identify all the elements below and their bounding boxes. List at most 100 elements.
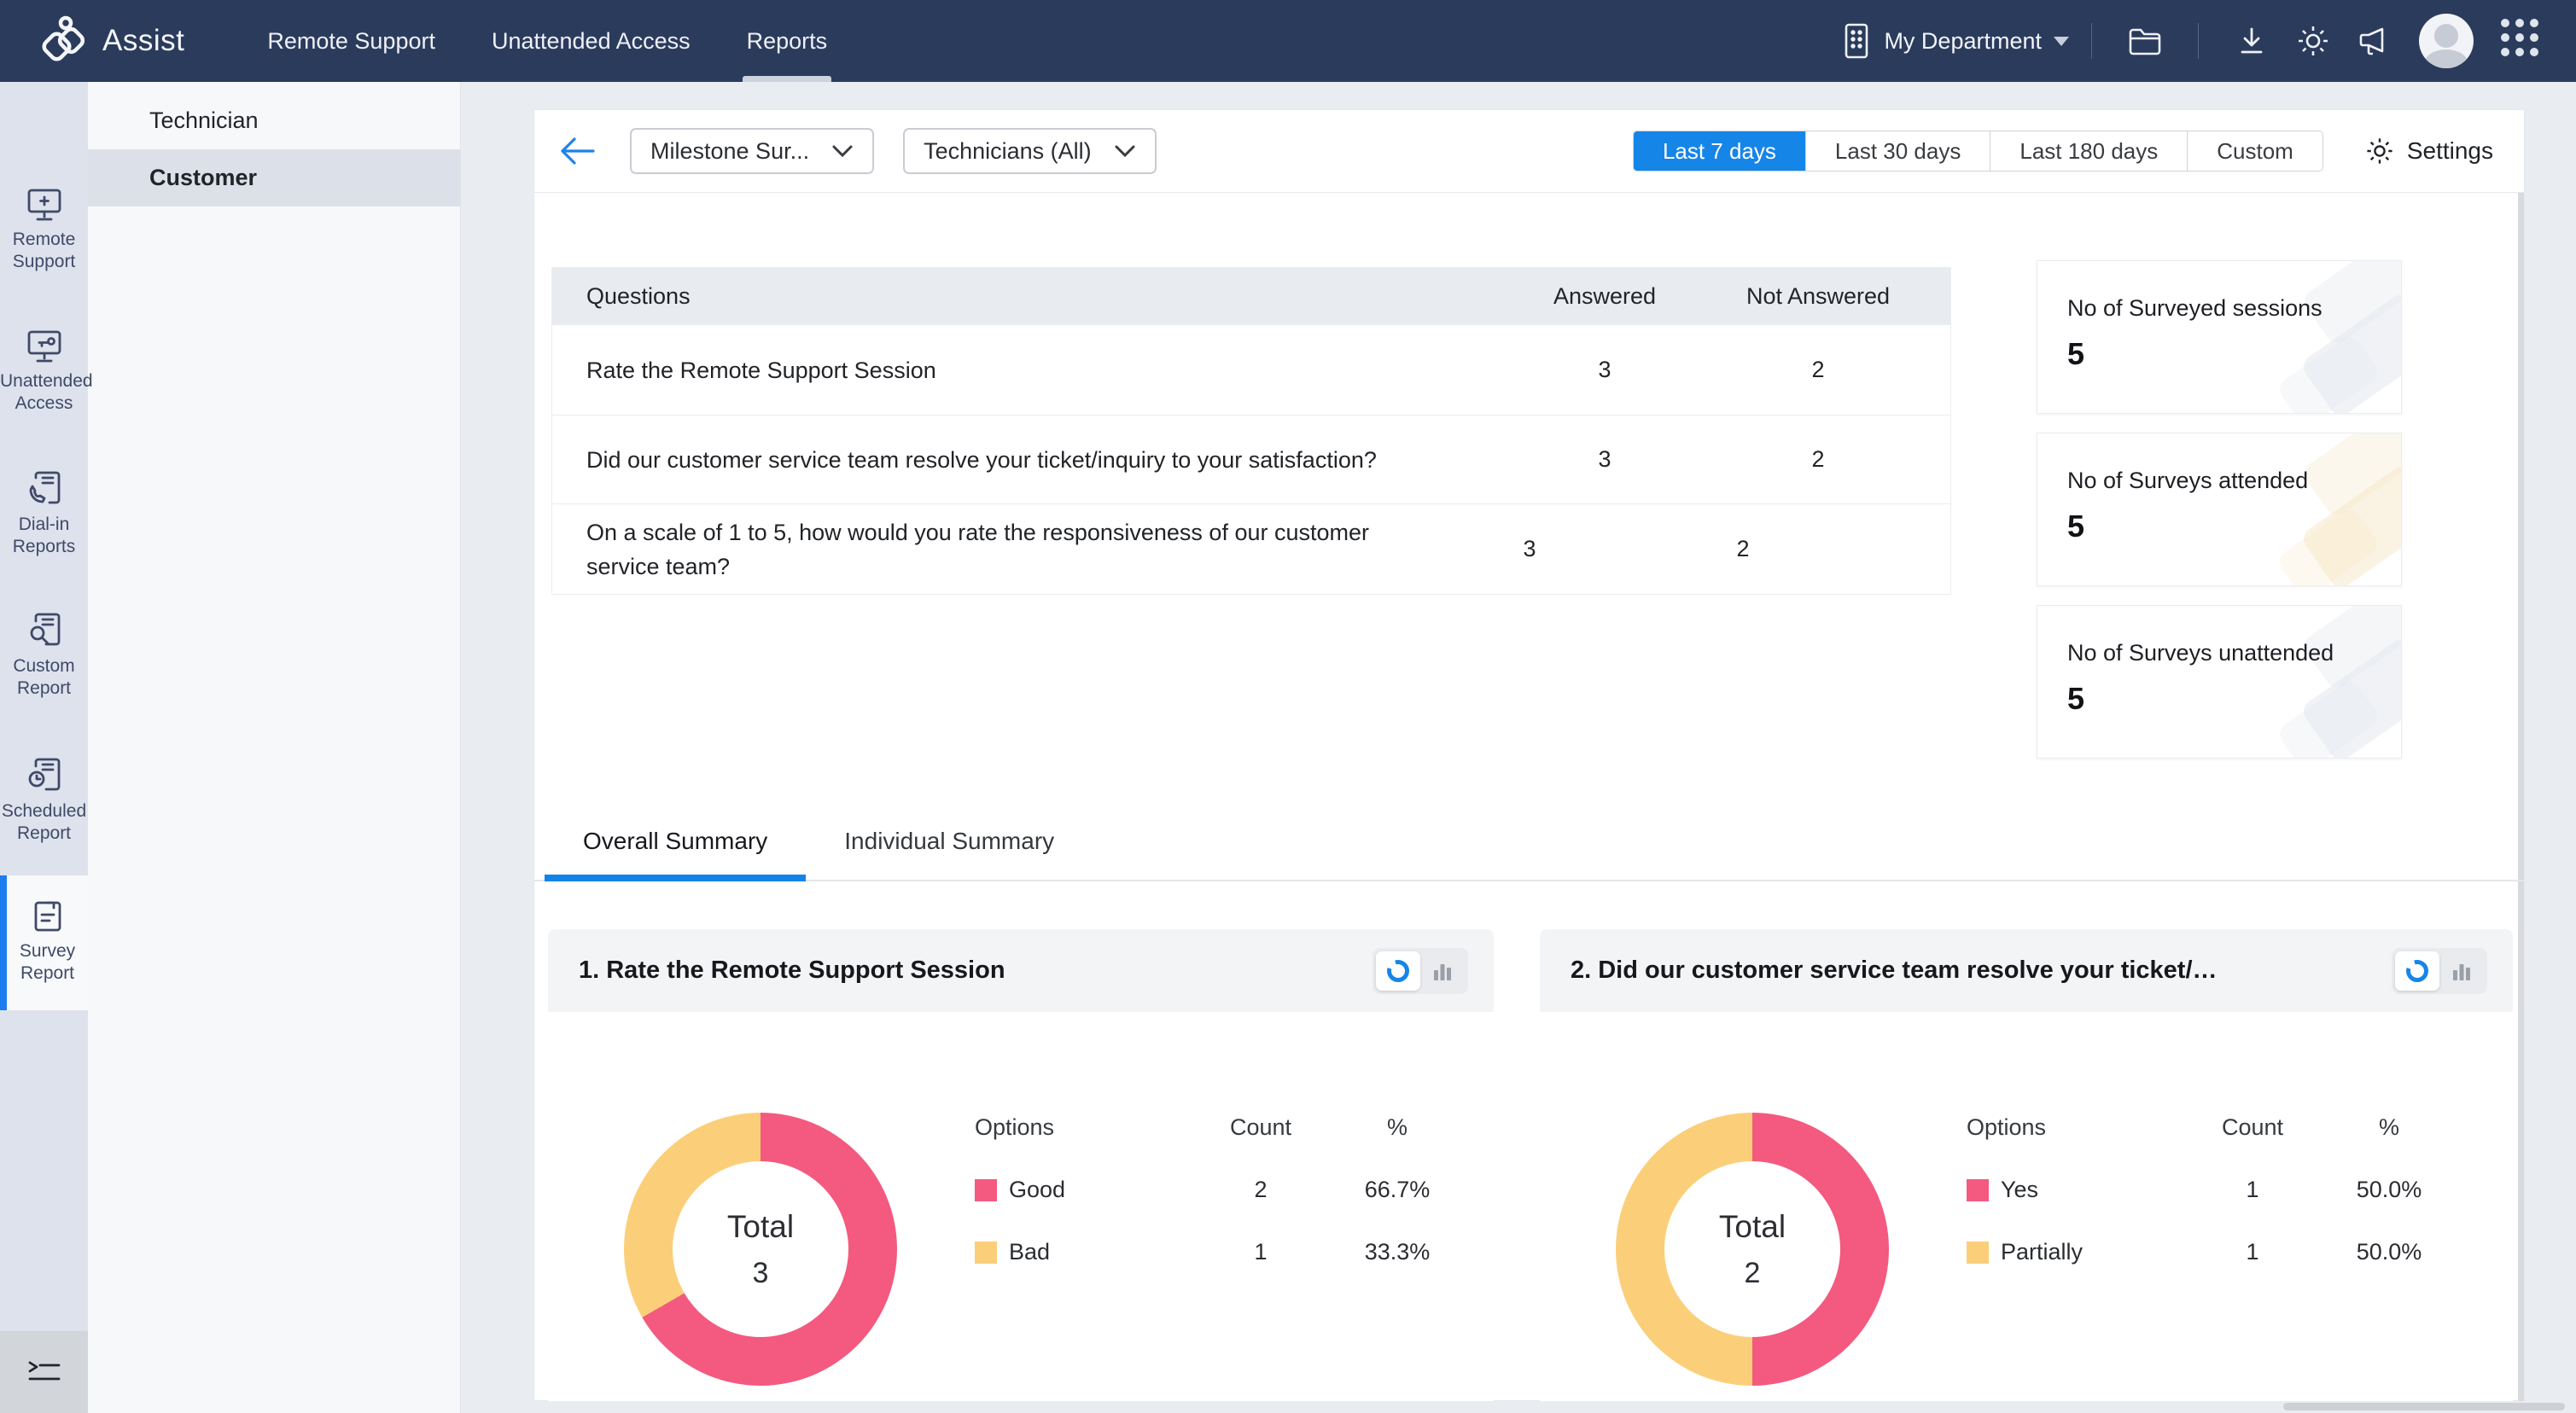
report-type-customer[interactable]: Customer bbox=[88, 149, 460, 206]
organization-icon bbox=[1841, 22, 1872, 60]
sidebar-item-custom-report[interactable]: CustomReport bbox=[0, 611, 88, 700]
donut-chart[interactable]: Total 2 bbox=[1616, 1113, 1889, 1386]
survey-select-dropdown[interactable]: Milestone Sur... bbox=[630, 128, 874, 174]
range-custom[interactable]: Custom bbox=[2187, 131, 2322, 171]
survey-report-icon bbox=[7, 898, 88, 935]
chart-body: Total 3 Options Count % Good bbox=[548, 1012, 1494, 1402]
folder-icon[interactable] bbox=[2123, 19, 2167, 63]
nav-tab-remote-support[interactable]: Remote Support bbox=[239, 0, 463, 82]
summary-tabs: Overall Summary Individual Summary bbox=[534, 802, 2524, 881]
report-content: Questions Answered Not Answered Rate the… bbox=[534, 193, 2524, 1401]
charts-row: 1. Rate the Remote Support Session bbox=[548, 929, 2513, 1402]
sidebar-item-remote-support[interactable]: RemoteSupport bbox=[0, 186, 88, 273]
app-grid-icon[interactable] bbox=[2497, 19, 2542, 63]
report-toolbar: Milestone Sur... Technicians (All) Last … bbox=[534, 110, 2524, 193]
chart-card-question-1: 1. Rate the Remote Support Session bbox=[548, 929, 1494, 1402]
avatar-shoulders bbox=[2424, 49, 2468, 68]
stat-cards: No of Surveyed sessions 5 No of Surveys … bbox=[2037, 260, 2402, 759]
legend-item[interactable]: Partially bbox=[1967, 1239, 2188, 1265]
department-label: My Department bbox=[1884, 28, 2042, 55]
nav-tab-reports[interactable]: Reports bbox=[719, 0, 856, 82]
col-not-answered: Not Answered bbox=[1686, 283, 1950, 310]
report-type-technician[interactable]: Technician bbox=[88, 92, 460, 149]
sidebar-item-survey-report[interactable]: SurveyReport bbox=[0, 875, 88, 1010]
questions-table-header: Questions Answered Not Answered bbox=[552, 268, 1950, 324]
range-last-7-days[interactable]: Last 7 days bbox=[1634, 131, 1805, 171]
console-strip[interactable] bbox=[0, 1331, 88, 1413]
range-last-180-days[interactable]: Last 180 days bbox=[1990, 131, 2187, 171]
col-questions: Questions bbox=[552, 279, 1524, 313]
legend-item[interactable]: Yes bbox=[1967, 1177, 2188, 1203]
nav-tab-unattended-access[interactable]: Unattended Access bbox=[463, 0, 719, 82]
questions-table: Questions Answered Not Answered Rate the… bbox=[551, 267, 1951, 595]
technician-select-dropdown[interactable]: Technicians (All) bbox=[903, 128, 1157, 174]
divider bbox=[2198, 23, 2199, 59]
divider bbox=[2091, 23, 2092, 59]
active-tab-underline bbox=[545, 875, 806, 881]
user-avatar[interactable] bbox=[2419, 14, 2474, 68]
date-range-segmented-control: Last 7 days Last 30 days Last 180 days C… bbox=[1633, 131, 2323, 172]
chart-type-toggle bbox=[2392, 948, 2487, 994]
vertical-scrollbar[interactable] bbox=[2518, 193, 2524, 1401]
announcement-icon[interactable] bbox=[2352, 19, 2397, 63]
chart-title: 1. Rate the Remote Support Session bbox=[579, 957, 1005, 985]
primary-nav: Remote Support Unattended Access Reports bbox=[239, 0, 855, 82]
bar-chart-toggle-button[interactable] bbox=[2439, 951, 2484, 991]
gear-icon[interactable] bbox=[2291, 19, 2335, 63]
sidebar-item-dialin-reports[interactable]: Dial-inReports bbox=[0, 469, 88, 558]
active-tab-underline bbox=[743, 76, 832, 82]
sidebar-item-scheduled-report[interactable]: ScheduledReport bbox=[0, 756, 88, 845]
settings-label: Settings bbox=[2407, 137, 2493, 165]
report-type-sidebar: Technician Customer bbox=[88, 82, 461, 1413]
legend-swatch bbox=[1967, 1241, 1989, 1264]
tab-individual-summary[interactable]: Individual Summary bbox=[806, 802, 1093, 880]
legend-item[interactable]: Bad bbox=[975, 1239, 1197, 1265]
left-icon-sidebar: RemoteSupport UnattendedAccess Dial-inRe… bbox=[0, 82, 88, 1413]
donut-center: Total 2 bbox=[1664, 1161, 1840, 1337]
chart-legend: Options Count % Good 2 66.7% Bad 1 33.3% bbox=[975, 1114, 1470, 1265]
settings-button[interactable]: Settings bbox=[2364, 136, 2493, 166]
download-icon[interactable] bbox=[2229, 19, 2274, 63]
navbar-right: My Department bbox=[1841, 14, 2576, 68]
table-row[interactable]: Rate the Remote Support Session 3 2 bbox=[552, 324, 1950, 415]
stat-card-surveys-attended: No of Surveys attended 5 bbox=[2037, 433, 2402, 586]
clock-report-icon bbox=[0, 756, 88, 795]
monitor-key-icon bbox=[0, 328, 88, 365]
legend-swatch bbox=[975, 1179, 997, 1201]
top-navbar: Assist Remote Support Unattended Access … bbox=[0, 0, 2576, 82]
chart-body: Total 2 Options Count % Yes bbox=[1540, 1012, 2513, 1402]
card-decoration bbox=[2230, 260, 2402, 414]
horizontal-scrollbar-thumb[interactable] bbox=[2283, 1403, 2565, 1410]
chart-header: 1. Rate the Remote Support Session bbox=[548, 929, 1494, 1012]
card-decoration bbox=[2230, 433, 2402, 586]
chart-title: 2. Did our customer service team resolve… bbox=[1571, 957, 2219, 985]
search-report-icon bbox=[0, 611, 88, 650]
department-selector[interactable]: My Department bbox=[1841, 22, 2069, 60]
brand-name: Assist bbox=[102, 24, 184, 58]
bar-chart-toggle-button[interactable] bbox=[1420, 951, 1465, 991]
donut-chart-toggle-button[interactable] bbox=[1376, 951, 1420, 991]
brand[interactable]: Assist bbox=[38, 14, 184, 68]
legend-swatch bbox=[1967, 1179, 1989, 1201]
stat-card-surveys-unattended: No of Surveys unattended 5 bbox=[2037, 605, 2402, 759]
stat-card-surveyed-sessions: No of Surveyed sessions 5 bbox=[2037, 260, 2402, 414]
chart-card-question-2: 2. Did our customer service team resolve… bbox=[1540, 929, 2513, 1402]
sidebar-item-unattended-access[interactable]: UnattendedAccess bbox=[0, 328, 88, 415]
table-row[interactable]: Did our customer service team resolve yo… bbox=[552, 415, 1950, 503]
donut-center: Total 3 bbox=[673, 1161, 848, 1337]
horizontal-scrollbar-track[interactable] bbox=[461, 1401, 2576, 1413]
main-area: Milestone Sur... Technicians (All) Last … bbox=[461, 82, 2576, 1413]
legend-swatch bbox=[975, 1241, 997, 1264]
table-row[interactable]: On a scale of 1 to 5, how would you rate… bbox=[552, 503, 1950, 594]
chart-type-toggle bbox=[1373, 948, 1468, 994]
back-button[interactable] bbox=[553, 127, 601, 175]
donut-chart-toggle-button[interactable] bbox=[2395, 951, 2439, 991]
chart-legend: Options Count % Yes 1 50.0% Partially 1 … bbox=[1967, 1114, 2462, 1265]
tab-overall-summary[interactable]: Overall Summary bbox=[545, 802, 806, 880]
donut-chart[interactable]: Total 3 bbox=[624, 1113, 897, 1386]
console-icon bbox=[25, 1358, 64, 1387]
survey-report-panel: Milestone Sur... Technicians (All) Last … bbox=[533, 109, 2525, 1401]
legend-item[interactable]: Good bbox=[975, 1177, 1197, 1203]
range-last-30-days[interactable]: Last 30 days bbox=[1805, 131, 1990, 171]
monitor-plus-icon bbox=[0, 186, 88, 224]
